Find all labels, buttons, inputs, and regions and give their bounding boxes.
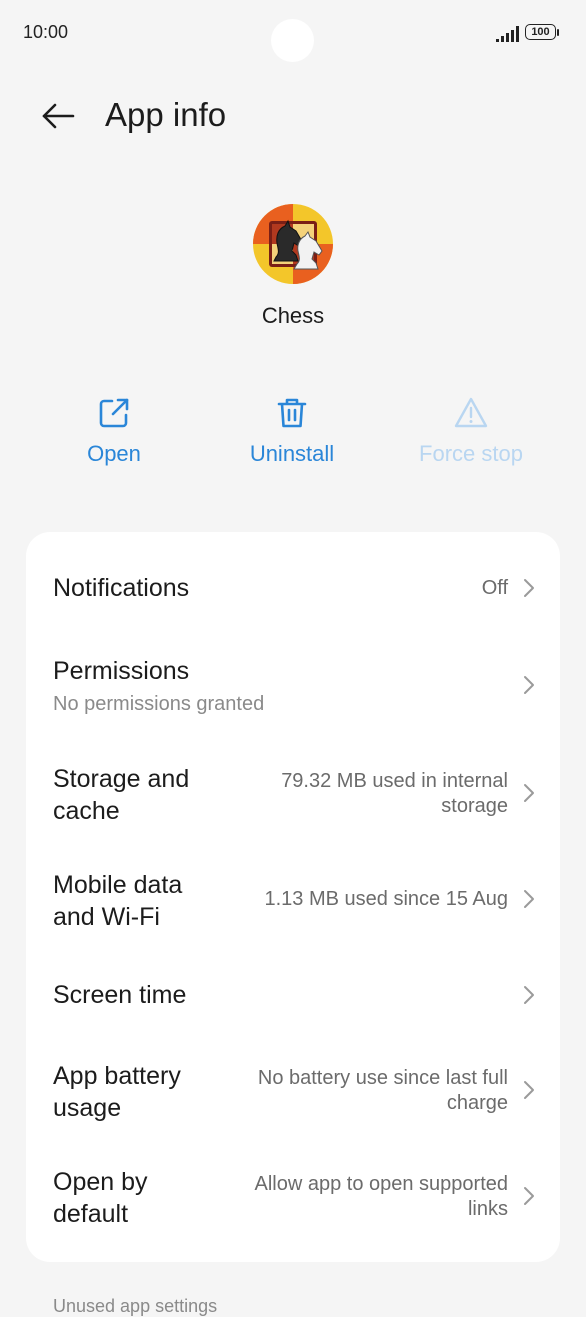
settings-row-storage[interactable]: Storage and cache 79.32 MB used in inter… bbox=[26, 748, 560, 838]
battery-icon: 100 bbox=[525, 24, 561, 42]
open-by-default-value: Allow app to open supported links bbox=[254, 1172, 508, 1222]
settings-row-open-by-default[interactable]: Open by default Allow app to open suppor… bbox=[26, 1152, 560, 1242]
mobile-data-value: 1.13 MB used since 15 Aug bbox=[264, 888, 509, 910]
settings-row-permissions[interactable]: Permissions No permissions granted bbox=[26, 644, 560, 730]
storage-value: 79.32 MB used in internal storage bbox=[281, 769, 508, 819]
settings-row-mobile-data[interactable]: Mobile data and Wi-Fi 1.13 MB used since… bbox=[26, 854, 560, 944]
battery-usage-value-line2: charge bbox=[446, 1092, 508, 1114]
settings-card: Notifications Off Permissions No permiss… bbox=[26, 532, 560, 1262]
storage-value-line2: storage bbox=[441, 795, 508, 817]
app-actions: Open Uninstall Force stop bbox=[0, 395, 586, 485]
storage-value-line1: 79.32 MB used in internal bbox=[281, 770, 508, 792]
force-stop-button[interactable]: Force stop bbox=[396, 395, 546, 480]
page-title: App info bbox=[105, 96, 227, 133]
chevron-right-icon bbox=[524, 1187, 534, 1205]
signal-icon bbox=[496, 26, 519, 42]
notifications-title: Notifications bbox=[53, 574, 190, 602]
open-button[interactable]: Open bbox=[39, 395, 189, 480]
app-name: Chess bbox=[261, 303, 325, 328]
battery-usage-value: No battery use since last full charge bbox=[258, 1066, 508, 1116]
screen-time-title: Screen time bbox=[53, 981, 187, 1009]
chevron-right-icon bbox=[524, 579, 534, 597]
open-by-default-value-line1: Allow app to open supported bbox=[254, 1173, 508, 1195]
chess-knight-icon bbox=[253, 204, 333, 284]
force-stop-label: Force stop bbox=[419, 441, 523, 466]
chevron-right-icon bbox=[524, 784, 534, 802]
chevron-right-icon bbox=[524, 986, 534, 1004]
storage-title-line2: cache bbox=[53, 797, 120, 825]
open-by-default-value-line2: links bbox=[467, 1198, 508, 1220]
settings-row-screen-time[interactable]: Screen time bbox=[26, 960, 560, 1032]
open-label: Open bbox=[87, 441, 141, 466]
mobile-data-title: Mobile data and Wi-Fi bbox=[53, 869, 182, 933]
mobile-data-title-line2: and Wi-Fi bbox=[53, 903, 160, 931]
permissions-subtitle: No permissions granted bbox=[53, 693, 265, 715]
battery-level: 100 bbox=[531, 26, 550, 38]
open-by-default-title-line2: default bbox=[53, 1200, 129, 1228]
battery-usage-title: App battery usage bbox=[53, 1060, 181, 1124]
settings-row-battery[interactable]: App battery usage No battery use since l… bbox=[26, 1046, 560, 1136]
battery-usage-title-line1: App battery bbox=[53, 1062, 181, 1090]
app-bar: App info bbox=[0, 86, 586, 146]
permissions-title: Permissions bbox=[53, 657, 190, 685]
chevron-right-icon bbox=[524, 676, 534, 694]
back-arrow-icon bbox=[42, 103, 75, 129]
settings-row-notifications[interactable]: Notifications Off bbox=[26, 552, 560, 624]
notifications-value: Off bbox=[481, 577, 508, 599]
warning-icon bbox=[454, 397, 488, 428]
uninstall-button[interactable]: Uninstall bbox=[217, 395, 367, 480]
uninstall-label: Uninstall bbox=[249, 441, 335, 466]
back-button[interactable] bbox=[34, 92, 82, 140]
trash-icon bbox=[277, 398, 307, 428]
open-by-default-title: Open by default bbox=[53, 1166, 148, 1230]
mobile-data-title-line1: Mobile data bbox=[53, 871, 183, 899]
storage-title-line1: Storage and bbox=[53, 765, 190, 793]
status-bar: 10:00 100 bbox=[0, 0, 586, 66]
status-time: 10:00 bbox=[23, 22, 69, 42]
battery-usage-title-line2: usage bbox=[53, 1094, 122, 1122]
open-by-default-title-line1: Open by bbox=[53, 1168, 148, 1196]
storage-title: Storage and cache bbox=[53, 763, 189, 827]
chevron-right-icon bbox=[524, 890, 534, 908]
chevron-right-icon bbox=[524, 1081, 534, 1099]
battery-usage-value-line1: No battery use since last full bbox=[257, 1067, 508, 1089]
camera-cutout bbox=[271, 19, 314, 62]
open-external-icon bbox=[99, 398, 129, 428]
